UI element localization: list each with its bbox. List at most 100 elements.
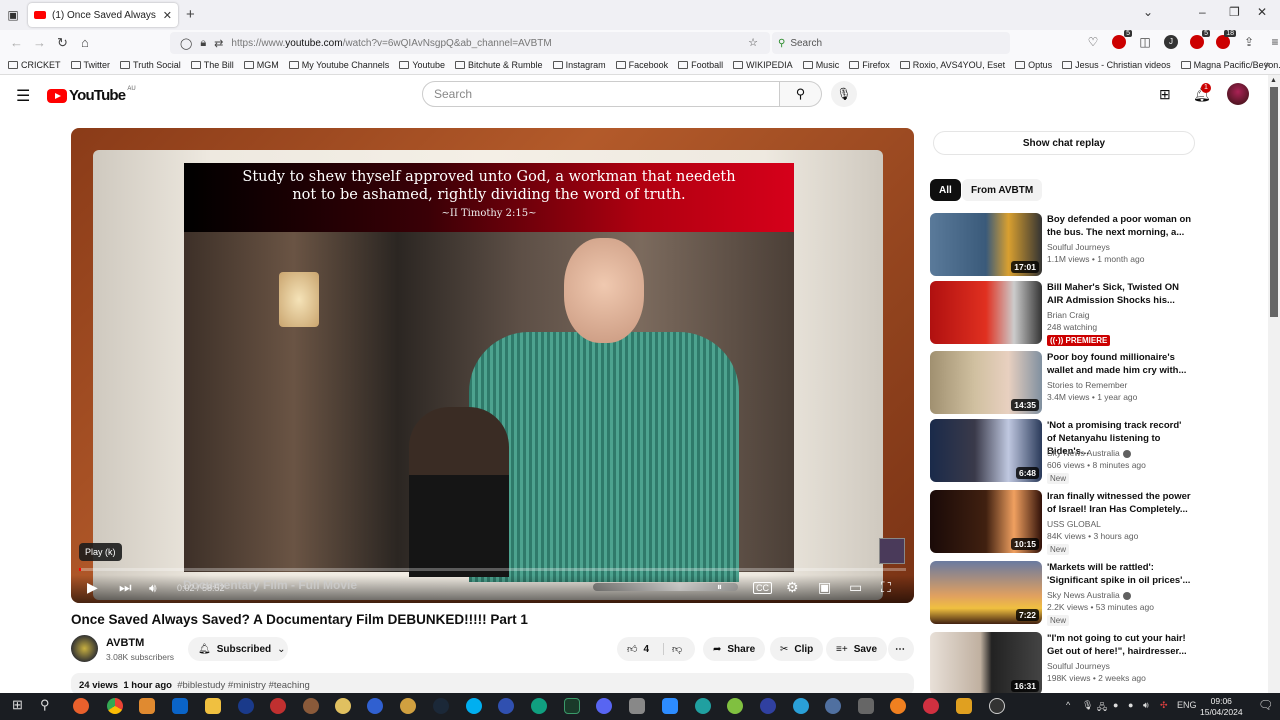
recommendation-item[interactable]: Bill Maher's Sick, Twisted ON AIR Admiss… xyxy=(930,281,1195,346)
eset-icon[interactable] xyxy=(531,698,547,714)
vpn-lock-icon[interactable] xyxy=(760,698,776,714)
media-player-icon[interactable] xyxy=(139,698,155,714)
address-bar[interactable]: ◯ 🔒︎ ⇄ https://www.youtube.com/watch?v=6… xyxy=(170,32,770,54)
bookmark-star-icon[interactable]: ☆ xyxy=(748,36,758,49)
telegram-icon[interactable] xyxy=(793,698,809,714)
bookmark-folder[interactable]: Youtube xyxy=(399,60,445,70)
clip-button[interactable]: ✂ Clip xyxy=(770,637,824,661)
recommendation-item[interactable]: 17:01 Boy defended a poor woman on the b… xyxy=(930,213,1195,277)
bookmark-folder[interactable]: Jesus - Christian videos xyxy=(1062,60,1171,70)
bookmark-folder[interactable]: Optus xyxy=(1015,60,1052,70)
scrollbar-thumb[interactable] xyxy=(1270,87,1278,317)
guide-menu-icon[interactable]: ☰ xyxy=(16,86,30,106)
minimize-button[interactable]: – xyxy=(1199,5,1206,19)
like-icon[interactable]: 👍︎ xyxy=(627,643,637,655)
steam-icon[interactable] xyxy=(433,698,449,714)
video-thumbnail[interactable]: 14:35 xyxy=(930,351,1042,414)
end-card-thumbnail[interactable] xyxy=(879,538,905,564)
description-box[interactable]: 24 views 1 hour ago #biblestudy #ministr… xyxy=(71,673,914,695)
app-icon[interactable] xyxy=(825,698,841,714)
restore-button[interactable]: ❐ xyxy=(1229,5,1240,19)
home-button[interactable]: ⌂ xyxy=(81,35,89,50)
bookmark-folder[interactable]: MGM xyxy=(243,60,279,70)
bookmark-folder[interactable]: Roxio, AVS4YOU, Eset xyxy=(899,60,1005,70)
app-icon[interactable] xyxy=(400,698,416,714)
play-icon[interactable]: ▶ xyxy=(87,579,98,596)
youtube-search-button[interactable]: ⚲ xyxy=(780,81,822,107)
progress-bar[interactable] xyxy=(79,568,906,571)
fullscreen-icon[interactable]: ⛶ xyxy=(881,579,891,596)
chip-all[interactable]: All xyxy=(930,179,961,201)
app-icon[interactable] xyxy=(695,698,711,714)
bookmark-folder[interactable]: My Youtube Channels xyxy=(288,60,389,70)
lock-icon[interactable]: 🔒︎ xyxy=(200,37,206,50)
volume-tray-icon[interactable]: 🔊︎ xyxy=(1143,700,1149,711)
share-button[interactable]: ➦ Share xyxy=(703,637,766,661)
profile-j-icon[interactable]: J xyxy=(1164,35,1178,49)
microphone-tray-icon[interactable]: 🎙︎ xyxy=(1082,700,1093,711)
miniplayer-icon[interactable]: ▣ xyxy=(818,579,831,596)
file-explorer-icon[interactable] xyxy=(205,698,221,714)
app-icon[interactable] xyxy=(629,698,645,714)
account-avatar[interactable] xyxy=(1227,83,1249,105)
discord-icon[interactable] xyxy=(596,698,612,714)
search-icon[interactable]: ⚲ xyxy=(40,697,50,713)
zoom-app-icon[interactable] xyxy=(662,698,678,714)
tray-overflow-icon[interactable]: ^ xyxy=(1066,700,1070,710)
app-icon[interactable] xyxy=(303,698,319,714)
pocket-icon[interactable]: ♡ xyxy=(1086,35,1100,49)
video-thumbnail[interactable] xyxy=(930,281,1042,344)
browser-tab-active[interactable]: (1) Once Saved Always Saved? ✕ xyxy=(28,3,178,27)
recommendation-item[interactable]: 7:22 'Markets will be rattled': 'Signifi… xyxy=(930,561,1195,626)
player-app-icon[interactable] xyxy=(367,698,383,714)
more-bookmarks-icon[interactable]: » xyxy=(1264,59,1270,70)
browser-search-bar[interactable]: ⚲ Search xyxy=(772,32,1010,54)
close-window-button[interactable]: ✕ xyxy=(1257,5,1267,19)
show-chat-replay-button[interactable]: Show chat replay xyxy=(933,131,1195,155)
bookmark-folder[interactable]: Music xyxy=(802,60,839,70)
more-actions-button[interactable]: ⋯ xyxy=(888,637,914,661)
adblock-icon[interactable]: 18 xyxy=(1216,30,1236,49)
hashtags[interactable]: #biblestudy #ministry #teaching xyxy=(177,680,310,691)
theater-mode-icon[interactable]: ▭ xyxy=(849,579,862,596)
video-thumbnail[interactable]: 6:48 xyxy=(930,419,1042,482)
chip-from-channel[interactable]: From AVBTM xyxy=(962,179,1043,201)
video-player[interactable]: Study to shew thyself approved unto God,… xyxy=(71,128,914,603)
list-all-tabs-icon[interactable]: ⌄ xyxy=(1143,5,1153,19)
language-indicator[interactable]: ENG xyxy=(1177,700,1197,710)
bookmark-folder[interactable]: Firefox xyxy=(849,60,890,70)
app-icon[interactable] xyxy=(923,698,939,714)
tab-list-icon[interactable]: ▣ xyxy=(0,0,26,30)
close-tab-icon[interactable]: ✕ xyxy=(163,9,172,22)
voice-search-button[interactable]: 🎙︎ xyxy=(831,81,857,107)
app-icon[interactable] xyxy=(270,698,286,714)
app-m-icon[interactable] xyxy=(956,698,972,714)
eset-tray-icon[interactable]: ● xyxy=(1128,700,1133,710)
create-video-icon[interactable]: ⊞ xyxy=(1159,86,1171,103)
menu-icon[interactable]: ≡ xyxy=(1268,35,1280,49)
next-icon[interactable]: ⏭︎ xyxy=(119,579,132,596)
subscribed-button[interactable]: 🔔︎ Subscribed ⌄ xyxy=(188,637,288,661)
app-icon[interactable] xyxy=(498,698,514,714)
bookmark-folder[interactable]: The Bill xyxy=(190,60,234,70)
video-thumbnail[interactable]: 17:01 xyxy=(930,213,1042,276)
dislike-icon[interactable]: 👎︎ xyxy=(663,643,682,655)
outlook-icon[interactable] xyxy=(172,698,188,714)
video-thumbnail[interactable]: 16:31 xyxy=(930,632,1042,695)
recommendation-item[interactable]: 6:48 'Not a promising track record' of N… xyxy=(930,419,1195,484)
ublock-icon[interactable]: 5 xyxy=(1190,30,1210,49)
skype-icon[interactable] xyxy=(466,698,482,714)
youtube-search-input[interactable]: Search xyxy=(422,81,780,107)
bookmark-folder[interactable]: Twitter xyxy=(70,60,110,70)
network-icon[interactable]: 🖧︎ xyxy=(1097,700,1107,716)
bookmark-folder[interactable]: Football xyxy=(678,60,723,70)
forward-button[interactable]: → xyxy=(33,35,46,50)
permissions-icon[interactable]: ⇄ xyxy=(214,37,223,50)
recommendation-item[interactable]: 10:15 Iran finally witnessed the power o… xyxy=(930,490,1195,555)
chrome-icon[interactable] xyxy=(107,698,123,714)
save-button[interactable]: ≡+ Save xyxy=(826,637,888,661)
bookmark-folder[interactable]: Facebook xyxy=(615,60,668,70)
video-editor-icon[interactable] xyxy=(858,698,874,714)
teamviewer-icon[interactable] xyxy=(238,698,254,714)
bookmark-folder[interactable]: WIKIPEDIA xyxy=(733,60,793,70)
